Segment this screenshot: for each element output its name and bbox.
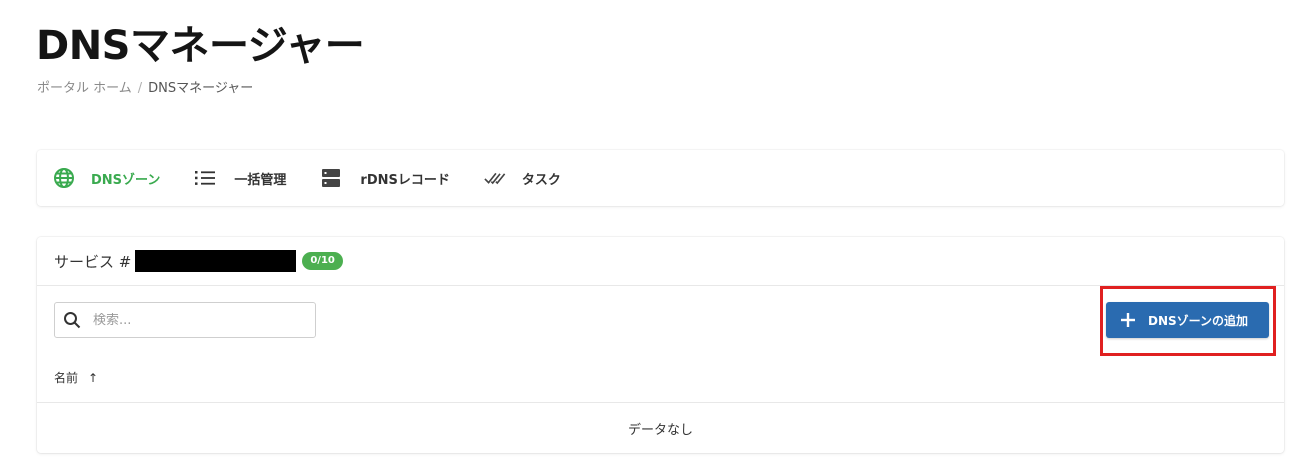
tab-tasks[interactable]: タスク bbox=[484, 150, 561, 206]
list-icon bbox=[194, 167, 216, 189]
service-title: サービス # bbox=[54, 252, 132, 271]
table-divider bbox=[37, 402, 1284, 403]
page-title: DNSマネージャー bbox=[36, 23, 365, 69]
sort-arrow-icon: ↑ bbox=[88, 370, 99, 385]
column-header-name[interactable]: 名前 ↑ bbox=[54, 369, 98, 386]
highlight-box: DNSゾーンの追加 bbox=[1100, 286, 1276, 356]
tab-label: 一括管理 bbox=[234, 172, 287, 188]
breadcrumb: ポータル ホーム / DNSマネージャー bbox=[37, 80, 253, 98]
breadcrumb-separator: / bbox=[137, 81, 143, 96]
redacted-service-id bbox=[135, 250, 297, 272]
search-input[interactable] bbox=[93, 312, 293, 328]
dns-nav-tabs: DNSゾーン 一括管理 rDNSレコード タスク bbox=[37, 150, 1284, 206]
server-icon bbox=[320, 167, 342, 189]
column-name-label: 名前 bbox=[54, 371, 79, 385]
add-button-label: DNSゾーンの追加 bbox=[1148, 313, 1249, 328]
service-card: サービス # 0/10 DNSゾーンの追加 bbox=[37, 237, 1284, 453]
double-check-icon bbox=[484, 167, 506, 189]
globe-icon bbox=[53, 167, 75, 189]
page: DNSマネージャー ポータル ホーム / DNSマネージャー DNSゾーン 一括… bbox=[0, 0, 1302, 467]
search-box[interactable] bbox=[54, 302, 316, 338]
add-dns-zone-button[interactable]: DNSゾーンの追加 bbox=[1106, 302, 1269, 338]
breadcrumb-current: DNSマネージャー bbox=[148, 81, 254, 96]
plus-icon bbox=[1120, 312, 1136, 328]
zone-count-badge: 0/10 bbox=[302, 252, 343, 270]
breadcrumb-home-link[interactable]: ポータル ホーム bbox=[37, 80, 132, 98]
tab-label: タスク bbox=[521, 172, 561, 188]
tab-rdns-records[interactable]: rDNSレコード bbox=[320, 150, 450, 206]
search-icon bbox=[63, 311, 81, 329]
tab-label: rDNSレコード bbox=[360, 172, 450, 188]
tab-bulk-management[interactable]: 一括管理 bbox=[194, 150, 286, 206]
tab-label: DNSゾーン bbox=[91, 172, 161, 188]
service-header: サービス # 0/10 bbox=[37, 237, 1284, 286]
tab-dns-zones[interactable]: DNSゾーン bbox=[53, 150, 160, 206]
empty-state-message: データなし bbox=[627, 423, 693, 438]
